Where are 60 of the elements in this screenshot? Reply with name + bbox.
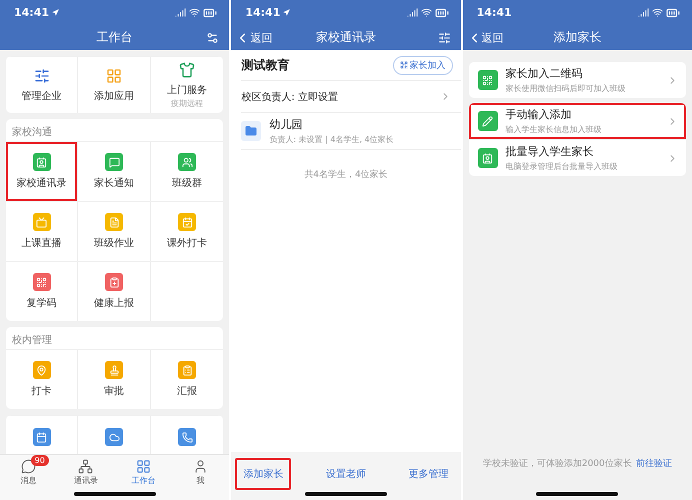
status-time: 14:41 bbox=[245, 6, 280, 19]
location-icon bbox=[283, 9, 290, 16]
verify-notice: 学校未验证，可体验添加2000位家长 bbox=[482, 458, 632, 470]
action-button[interactable]: 添加家长 bbox=[235, 458, 292, 490]
action-button[interactable]: 更多管理 bbox=[400, 458, 457, 490]
app-item[interactable]: 班级群 bbox=[150, 141, 224, 201]
tab[interactable]: 工作台 bbox=[114, 455, 172, 487]
app-sublabel: 疫期远程 bbox=[171, 98, 204, 108]
back-button[interactable]: 返回 bbox=[466, 30, 504, 45]
parent-join-button[interactable]: 家长加入 bbox=[392, 56, 453, 74]
section-title: 家校沟通 bbox=[11, 126, 53, 140]
screen-title: 工作台 bbox=[96, 29, 133, 46]
option-row[interactable]: 批量导入学生家长 电脑登录管理后台批量导入班级 bbox=[468, 139, 686, 176]
folder-icon bbox=[241, 121, 262, 141]
chat-bubble-icon bbox=[21, 459, 36, 474]
app-item[interactable]: 班级作业 bbox=[78, 201, 151, 261]
location-icon bbox=[52, 9, 60, 16]
tab[interactable]: 通讯录 bbox=[57, 455, 115, 487]
wifi-icon bbox=[189, 7, 200, 18]
org-chart-icon bbox=[78, 459, 94, 474]
screen-title: 添加家长 bbox=[553, 29, 602, 46]
app-item[interactable]: 打卡 bbox=[6, 349, 78, 409]
app-item[interactable]: 课外打卡 bbox=[150, 201, 224, 261]
app-item[interactable]: 汇报 bbox=[150, 349, 224, 409]
screen-title: 家校通讯录 bbox=[316, 29, 376, 46]
unread-badge: 90 bbox=[30, 455, 49, 466]
qr-code-icon bbox=[400, 61, 408, 69]
app-item[interactable]: 家长通知 bbox=[78, 141, 151, 201]
option-icon bbox=[478, 70, 498, 90]
app-item[interactable]: 管理企业 bbox=[6, 56, 78, 113]
verify-link[interactable]: 前往验证 bbox=[636, 457, 672, 470]
status-time: 14:41 bbox=[14, 6, 50, 19]
action-button[interactable]: 设置老师 bbox=[318, 458, 374, 490]
app-item[interactable]: 家校通讯录 bbox=[6, 141, 78, 201]
app-item[interactable]: 审批 bbox=[78, 349, 151, 409]
app-item[interactable]: 上课直播 bbox=[6, 201, 78, 261]
app-item[interactable]: 复学码 bbox=[6, 261, 78, 321]
option-icon bbox=[478, 148, 498, 168]
option-row[interactable]: 家长加入二维码 家长使用微信扫码后即可加入班级 bbox=[468, 62, 686, 98]
section-title: 校内管理 bbox=[11, 334, 53, 348]
filter-icon[interactable] bbox=[438, 31, 451, 44]
person-icon bbox=[193, 459, 208, 474]
wifi-icon bbox=[652, 7, 663, 18]
campus-manager-row[interactable]: 校区负责人: 立即设置 bbox=[241, 81, 461, 113]
summary-text: 共4名学生，4位家长 bbox=[304, 170, 388, 180]
option-row[interactable]: 手动输入添加 输入学生家长信息加入班级 bbox=[468, 103, 686, 139]
back-button[interactable]: 返回 bbox=[235, 30, 272, 45]
app-item[interactable]: 上门服务 疫期远程 bbox=[150, 56, 224, 113]
signal-icon bbox=[175, 7, 186, 18]
option-icon bbox=[478, 111, 498, 131]
group-row[interactable]: 幼儿园 负责人: 未设置 | 4名学生, 4位家长 bbox=[241, 113, 461, 150]
grid-icon bbox=[136, 459, 151, 474]
wifi-icon bbox=[420, 7, 432, 18]
app-item[interactable]: 添加应用 bbox=[78, 56, 151, 113]
tab[interactable]: 我 bbox=[172, 455, 230, 487]
tab[interactable]: 消息 90 bbox=[0, 455, 58, 487]
app-item[interactable]: 健康上报 bbox=[78, 261, 151, 321]
settings-icon[interactable] bbox=[206, 31, 220, 44]
status-time: 14:41 bbox=[476, 6, 512, 19]
organization-name: 测试教育 bbox=[241, 56, 290, 74]
